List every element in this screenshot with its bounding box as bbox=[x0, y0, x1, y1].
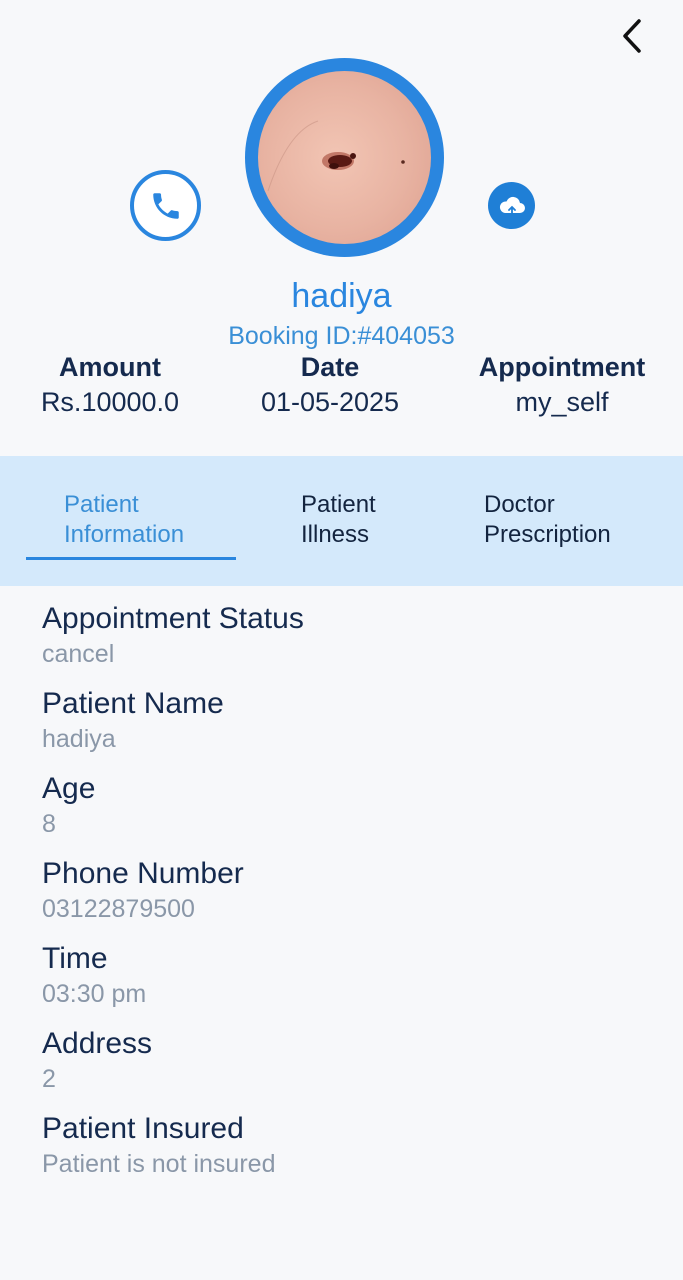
stat-appointment: Appointment my_self bbox=[462, 352, 662, 418]
tab-label-line1: Patient bbox=[301, 491, 376, 518]
tab-label-line2: Information bbox=[64, 521, 185, 548]
field-value: 03122879500 bbox=[42, 895, 195, 923]
patient-info-list: Appointment Status cancel Patient Name h… bbox=[42, 600, 683, 1195]
field-value: hadiya bbox=[42, 725, 116, 753]
patient-name-heading: hadiya bbox=[291, 277, 392, 315]
tab-label-line1: Doctor bbox=[484, 491, 555, 518]
field-value: 03:30 pm bbox=[42, 980, 147, 1008]
field-time: Time 03:30 pm bbox=[42, 940, 683, 1025]
chevron-left-icon bbox=[623, 19, 641, 53]
field-age: Age 8 bbox=[42, 770, 683, 855]
avatar bbox=[245, 58, 444, 257]
tab-bar: Patient Information Patient Illness Doct… bbox=[0, 456, 683, 586]
field-value: 2 bbox=[42, 1065, 56, 1093]
phone-icon bbox=[152, 192, 179, 219]
cloud-upload-icon bbox=[499, 196, 525, 216]
field-label: Patient Insured bbox=[42, 1112, 244, 1145]
tab-label-line1: Patient bbox=[64, 491, 139, 518]
stat-label: Appointment bbox=[478, 352, 646, 382]
field-patient-insured: Patient Insured Patient is not insured bbox=[42, 1110, 683, 1195]
field-value: Patient is not insured bbox=[42, 1150, 276, 1178]
field-patient-name: Patient Name hadiya bbox=[42, 685, 683, 770]
field-value: cancel bbox=[42, 640, 115, 668]
field-appointment-status: Appointment Status cancel bbox=[42, 600, 683, 685]
stat-date: Date 01-05-2025 bbox=[240, 352, 420, 418]
stat-value: 01-05-2025 bbox=[260, 387, 400, 417]
stat-amount: Amount Rs.10000.0 bbox=[20, 352, 200, 418]
stat-value: my_self bbox=[515, 387, 609, 417]
booking-id: Booking ID:#404053 bbox=[228, 322, 455, 350]
upload-button[interactable] bbox=[488, 182, 535, 229]
tab-doctor-prescription[interactable]: Doctor Prescription bbox=[484, 490, 611, 550]
call-button[interactable] bbox=[130, 170, 201, 241]
field-label: Time bbox=[42, 942, 108, 975]
tab-patient-information[interactable]: Patient Information bbox=[64, 490, 184, 550]
field-phone-number: Phone Number 03122879500 bbox=[42, 855, 683, 940]
field-address: Address 2 bbox=[42, 1025, 683, 1110]
field-label: Age bbox=[42, 772, 96, 805]
stat-label: Date bbox=[300, 352, 360, 382]
field-label: Appointment Status bbox=[42, 602, 304, 635]
active-tab-indicator bbox=[26, 557, 236, 560]
patient-photo bbox=[258, 71, 431, 244]
tab-patient-illness[interactable]: Patient Illness bbox=[301, 490, 376, 550]
tab-label-line2: Illness bbox=[301, 521, 370, 548]
stat-value: Rs.10000.0 bbox=[40, 387, 180, 417]
field-label: Address bbox=[42, 1027, 153, 1060]
back-button[interactable] bbox=[612, 14, 652, 58]
field-value: 8 bbox=[42, 810, 56, 838]
field-label: Patient Name bbox=[42, 687, 224, 720]
tab-label-line2: Prescription bbox=[484, 521, 611, 548]
field-label: Phone Number bbox=[42, 857, 244, 890]
stat-label: Amount bbox=[59, 352, 161, 382]
